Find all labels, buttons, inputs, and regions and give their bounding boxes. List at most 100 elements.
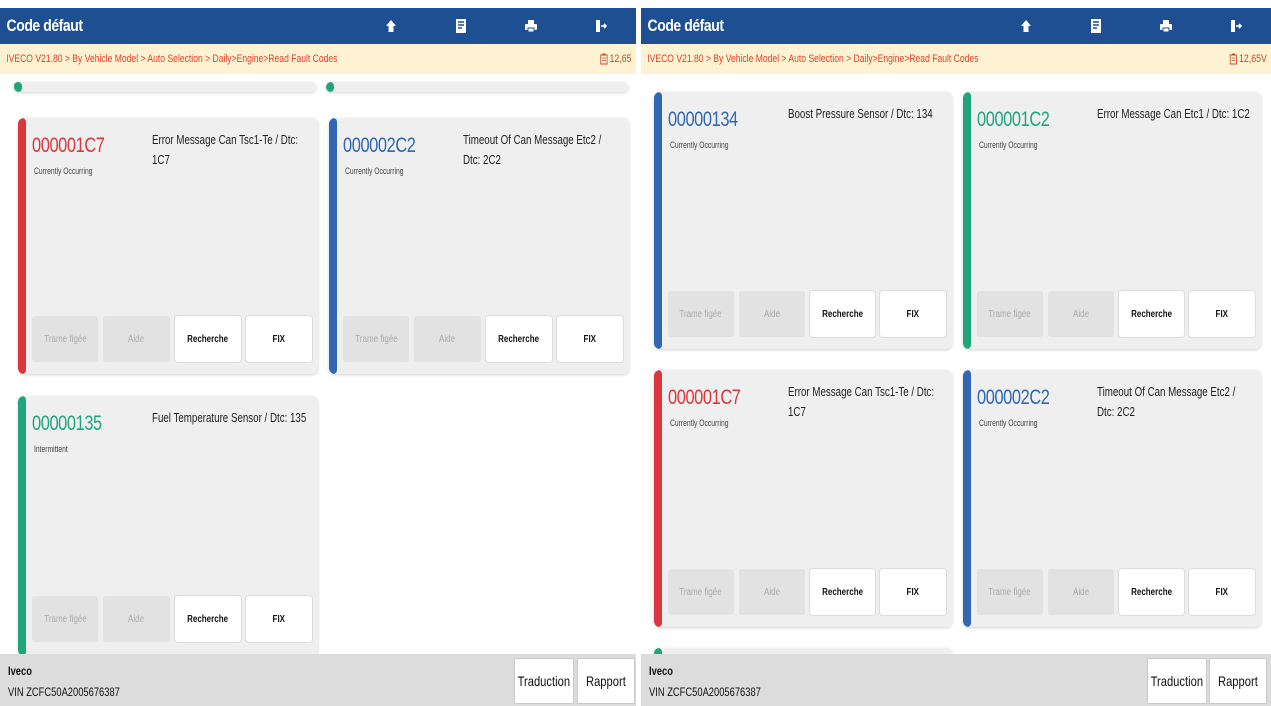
severity-bar <box>963 370 971 627</box>
fault-code: 00000134 <box>668 108 738 131</box>
fault-card-partial <box>326 82 628 92</box>
fix-button[interactable]: FIX <box>1189 569 1255 615</box>
battery-voltage: 12,65 <box>600 53 632 65</box>
fix-button[interactable]: FIX <box>245 316 312 362</box>
vehicle-footer: Iveco VIN ZCFC50A2005676387 Traduction R… <box>641 654 1271 706</box>
fault-status: Currently Occurring <box>345 166 404 176</box>
exit-icon[interactable] <box>1201 8 1271 44</box>
search-button[interactable]: Recherche <box>1118 569 1185 615</box>
breadcrumb-bar: IVECO V21.80 > By Vehicle Model > Auto S… <box>0 44 636 74</box>
breadcrumb: IVECO V21.80 > By Vehicle Model > Auto S… <box>647 53 979 65</box>
freeze-frame-button[interactable]: Trame figée <box>343 316 410 362</box>
help-button[interactable]: Aide <box>103 596 170 642</box>
fault-actions: Trame figée Aide Recherche FIX <box>668 291 946 337</box>
freeze-frame-button[interactable]: Trame figée <box>977 569 1043 615</box>
battery-icon <box>1229 53 1238 65</box>
left-screen: Code défaut IVECO V21.80 > By Vehicle Mo… <box>0 0 636 706</box>
help-button[interactable]: Aide <box>1047 291 1114 337</box>
fault-status: Currently Occurring <box>979 140 1038 150</box>
severity-bar <box>14 82 22 92</box>
translation-button[interactable]: Traduction <box>1147 658 1207 704</box>
report-button[interactable]: Rapport <box>1209 658 1267 704</box>
fault-description: Fuel Temperature Sensor / Dtc: 135 <box>152 411 307 425</box>
fault-actions: Trame figée Aide Recherche FIX <box>32 316 312 362</box>
page-title: Code défaut <box>647 16 724 35</box>
severity-bar <box>18 396 26 654</box>
print-icon[interactable] <box>1131 8 1201 44</box>
fault-description: Timeout Of Can Message Etc2 / Dtc: 2C2 <box>463 133 602 167</box>
fault-actions: Trame figée Aide Recherche FIX <box>343 316 623 362</box>
fix-button[interactable]: FIX <box>880 291 946 337</box>
fault-code: 000002C2 <box>977 386 1050 409</box>
fault-code-list[interactable]: 00000134 Currently Occurring Boost Press… <box>641 74 1271 654</box>
search-button[interactable]: Recherche <box>174 596 241 642</box>
search-button[interactable]: Recherche <box>809 569 876 615</box>
fault-status: Intermittent <box>34 444 68 454</box>
fault-status: Currently Occurring <box>670 418 729 428</box>
voltage-value: 12,65V <box>1239 53 1267 65</box>
fault-code: 000002C2 <box>343 134 416 157</box>
fault-description: Error Message Can Tsc1-Te / Dtc: 1C7 <box>788 385 935 419</box>
fix-button[interactable]: FIX <box>245 596 312 642</box>
freeze-frame-button[interactable]: Trame figée <box>668 569 734 615</box>
search-button[interactable]: Recherche <box>174 316 241 362</box>
right-screen: Code défaut IVECO V21.80 > By Vehicle Mo… <box>641 0 1271 706</box>
fault-card: 000001C7 Currently Occurring Error Messa… <box>654 370 952 627</box>
fix-button[interactable]: FIX <box>556 316 623 362</box>
fault-status: Currently Occurring <box>979 418 1038 428</box>
vehicle-make: Iveco <box>649 664 673 678</box>
screenshot-pair: Code défaut IVECO V21.80 > By Vehicle Mo… <box>0 0 1271 706</box>
fix-button[interactable]: FIX <box>880 569 946 615</box>
fault-code-list[interactable]: 000001C7 Currently Occurring Error Messa… <box>0 74 636 654</box>
fault-card: 00000134 Currently Occurring Boost Press… <box>654 92 952 349</box>
freeze-frame-button[interactable]: Trame figée <box>32 316 99 362</box>
home-icon[interactable] <box>991 8 1061 44</box>
report-icon[interactable] <box>1061 8 1131 44</box>
vehicle-vin: VIN ZCFC50A2005676387 <box>649 685 761 699</box>
fault-description: Error Message Can Tsc1-Te / Dtc: 1C7 <box>152 133 299 167</box>
translation-button[interactable]: Traduction <box>514 658 574 704</box>
fault-actions: Trame figée Aide Recherche FIX <box>668 569 946 615</box>
fault-description: Error Message Can Etc1 / Dtc: 1C2 <box>1097 107 1250 121</box>
vehicle-make: Iveco <box>8 664 32 678</box>
search-button[interactable]: Recherche <box>1118 291 1185 337</box>
report-button[interactable]: Rapport <box>577 658 635 704</box>
fault-card-partial <box>14 82 316 92</box>
fault-description: Boost Pressure Sensor / Dtc: 134 <box>788 107 933 121</box>
help-button[interactable]: Aide <box>414 316 481 362</box>
freeze-frame-button[interactable]: Trame figée <box>668 291 734 337</box>
severity-bar <box>654 370 662 627</box>
help-button[interactable]: Aide <box>1047 569 1114 615</box>
fault-code: 00000135 <box>32 412 102 435</box>
fault-card: 000002C2 Currently Occurring Timeout Of … <box>329 118 629 374</box>
vehicle-vin: VIN ZCFC50A2005676387 <box>8 685 120 699</box>
fault-card: 000001C7 Currently Occurring Error Messa… <box>18 118 318 374</box>
severity-bar <box>18 118 26 374</box>
help-button[interactable]: Aide <box>738 569 805 615</box>
title-bar: Code défaut <box>0 8 636 44</box>
exit-icon[interactable] <box>566 8 636 44</box>
fault-card: 00000135 Intermittent Fuel Temperature S… <box>18 396 318 654</box>
help-button[interactable]: Aide <box>103 316 170 362</box>
print-icon[interactable] <box>496 8 566 44</box>
breadcrumb: IVECO V21.80 > By Vehicle Model > Auto S… <box>6 53 338 65</box>
home-icon[interactable] <box>356 8 426 44</box>
fault-card: 000002C2 Currently Occurring Timeout Of … <box>963 370 1261 627</box>
title-bar: Code défaut <box>641 8 1271 44</box>
search-button[interactable]: Recherche <box>809 291 876 337</box>
fault-actions: Trame figée Aide Recherche FIX <box>977 291 1255 337</box>
help-button[interactable]: Aide <box>738 291 805 337</box>
severity-bar <box>654 92 662 349</box>
report-icon[interactable] <box>426 8 496 44</box>
freeze-frame-button[interactable]: Trame figée <box>32 596 99 642</box>
search-button[interactable]: Recherche <box>485 316 552 362</box>
fault-code: 000001C7 <box>668 386 741 409</box>
freeze-frame-button[interactable]: Trame figée <box>977 291 1043 337</box>
fix-button[interactable]: FIX <box>1189 291 1255 337</box>
severity-bar <box>326 82 334 92</box>
fault-actions: Trame figée Aide Recherche FIX <box>32 596 312 642</box>
vehicle-footer: Iveco VIN ZCFC50A2005676387 Traduction R… <box>0 654 636 706</box>
battery-voltage: 12,65V <box>1229 53 1267 65</box>
fault-status: Currently Occurring <box>34 166 93 176</box>
severity-bar <box>963 92 971 349</box>
